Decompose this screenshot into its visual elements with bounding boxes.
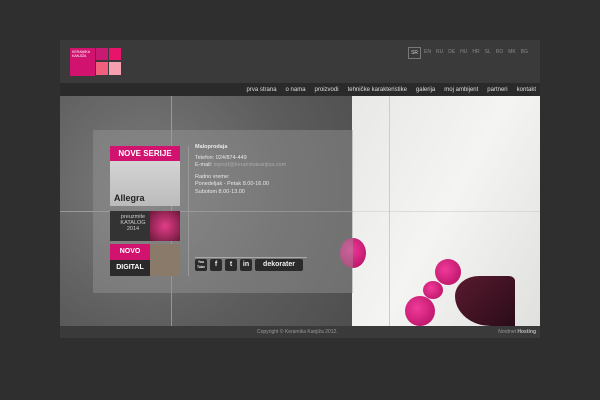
nav-tehnicke-karakteristike[interactable]: tehničke karakteristike [348,87,407,93]
hours-label: Radno vreme: [195,173,230,180]
orchid-flower [435,259,461,285]
facebook-icon[interactable]: f [210,259,222,271]
logo-square [96,48,108,60]
logo[interactable]: KERAMIKA KANJIŽA [70,48,122,76]
lang-ru[interactable]: RU [434,47,445,59]
nav-galerija[interactable]: galerija [416,87,435,93]
youtube-icon[interactable]: You Tube [195,259,207,271]
hours-weekdays: Ponedeljak - Petak 8.00-16.00 [195,181,269,187]
info-panel: NOVE SERIJE Allegra preuzmite KATALOG 20… [93,130,353,293]
divider [195,257,307,258]
email-link[interactable]: mprod@keramikakanjiza.com [214,162,287,168]
lang-sr[interactable]: SR [408,47,422,59]
contact-phone: Telefon: 024/874-449 [195,154,247,161]
nove-serije-banner[interactable]: NOVE SERIJE Allegra [110,146,180,206]
logo-square [109,62,121,75]
digital-label: DIGITAL [110,260,150,276]
lang-sl[interactable]: SL [483,47,493,59]
allegra-label: Allegra [114,193,145,203]
hero-area: NOVE SERIJE Allegra preuzmite KATALOG 20… [60,96,540,326]
dekorater-link[interactable]: dekorater [255,259,303,271]
nav-moj-ambijent[interactable]: moj ambijent [444,87,478,93]
lang-mk[interactable]: MK [506,47,518,59]
contact-heading: Maloprodaja [195,144,228,150]
social-links: You Tube f t in dekorater [195,259,303,271]
lang-en[interactable]: EN [422,47,433,59]
hosting-credit[interactable]: Nordnet Hosting [498,329,536,335]
page-container: KERAMIKA KANJIŽA SR EN RU DE HU HR SL RO… [60,40,540,338]
katalog-image [150,211,180,241]
hosting-label: Hosting [517,329,536,335]
katalog-year: 2014 [126,226,140,232]
twitter-icon[interactable]: t [225,259,237,271]
main-nav: prva strana o nama proizvodi tehničke ka… [60,83,540,96]
logo-square [96,62,108,75]
footer: Copyright © Keramika Kanjiža 2012. Nordn… [60,326,540,338]
lang-de[interactable]: DE [446,47,457,59]
katalog-text: preuzmite KATALOG 2014 [113,214,153,232]
hosting-prefix: Nordnet [498,329,516,335]
nav-prva-strana[interactable]: prva strana [247,87,277,93]
lang-ro[interactable]: RO [494,47,506,59]
nav-o-nama[interactable]: o nama [286,87,306,93]
nav-proizvodi[interactable]: proizvodi [315,87,339,93]
novo-label: NOVO [110,244,150,260]
hours-saturday: Subotom 8.00-13.00 [195,188,245,195]
nav-partneri[interactable]: partneri [487,87,507,93]
novo-digital-banner[interactable]: NOVO DIGITAL [110,244,180,276]
logo-text: KERAMIKA KANJIŽA [72,50,90,58]
email-label: E-mail: [195,162,213,168]
language-switcher: SR EN RU DE HU HR SL RO MK BG [408,47,530,59]
linkedin-icon[interactable]: in [240,259,252,271]
lang-hr[interactable]: HR [470,47,481,59]
nove-serije-label: NOVE SERIJE [110,146,180,161]
logo-main-square: KERAMIKA KANJIŽA [70,48,95,76]
lang-hu[interactable]: HU [458,47,469,59]
contact-info: Maloprodaja Telefon: 024/874-449 E-mail:… [195,144,286,196]
nav-kontakt[interactable]: kontakt [517,87,536,93]
katalog-banner[interactable]: preuzmite KATALOG 2014 [110,211,180,241]
orchid-flower [405,296,435,326]
divider [188,146,189,276]
orchid-flower [423,281,443,299]
copyright: Copyright © Keramika Kanjiža 2012. [257,329,338,335]
lang-bg[interactable]: BG [519,47,530,59]
logo-square [109,48,121,60]
